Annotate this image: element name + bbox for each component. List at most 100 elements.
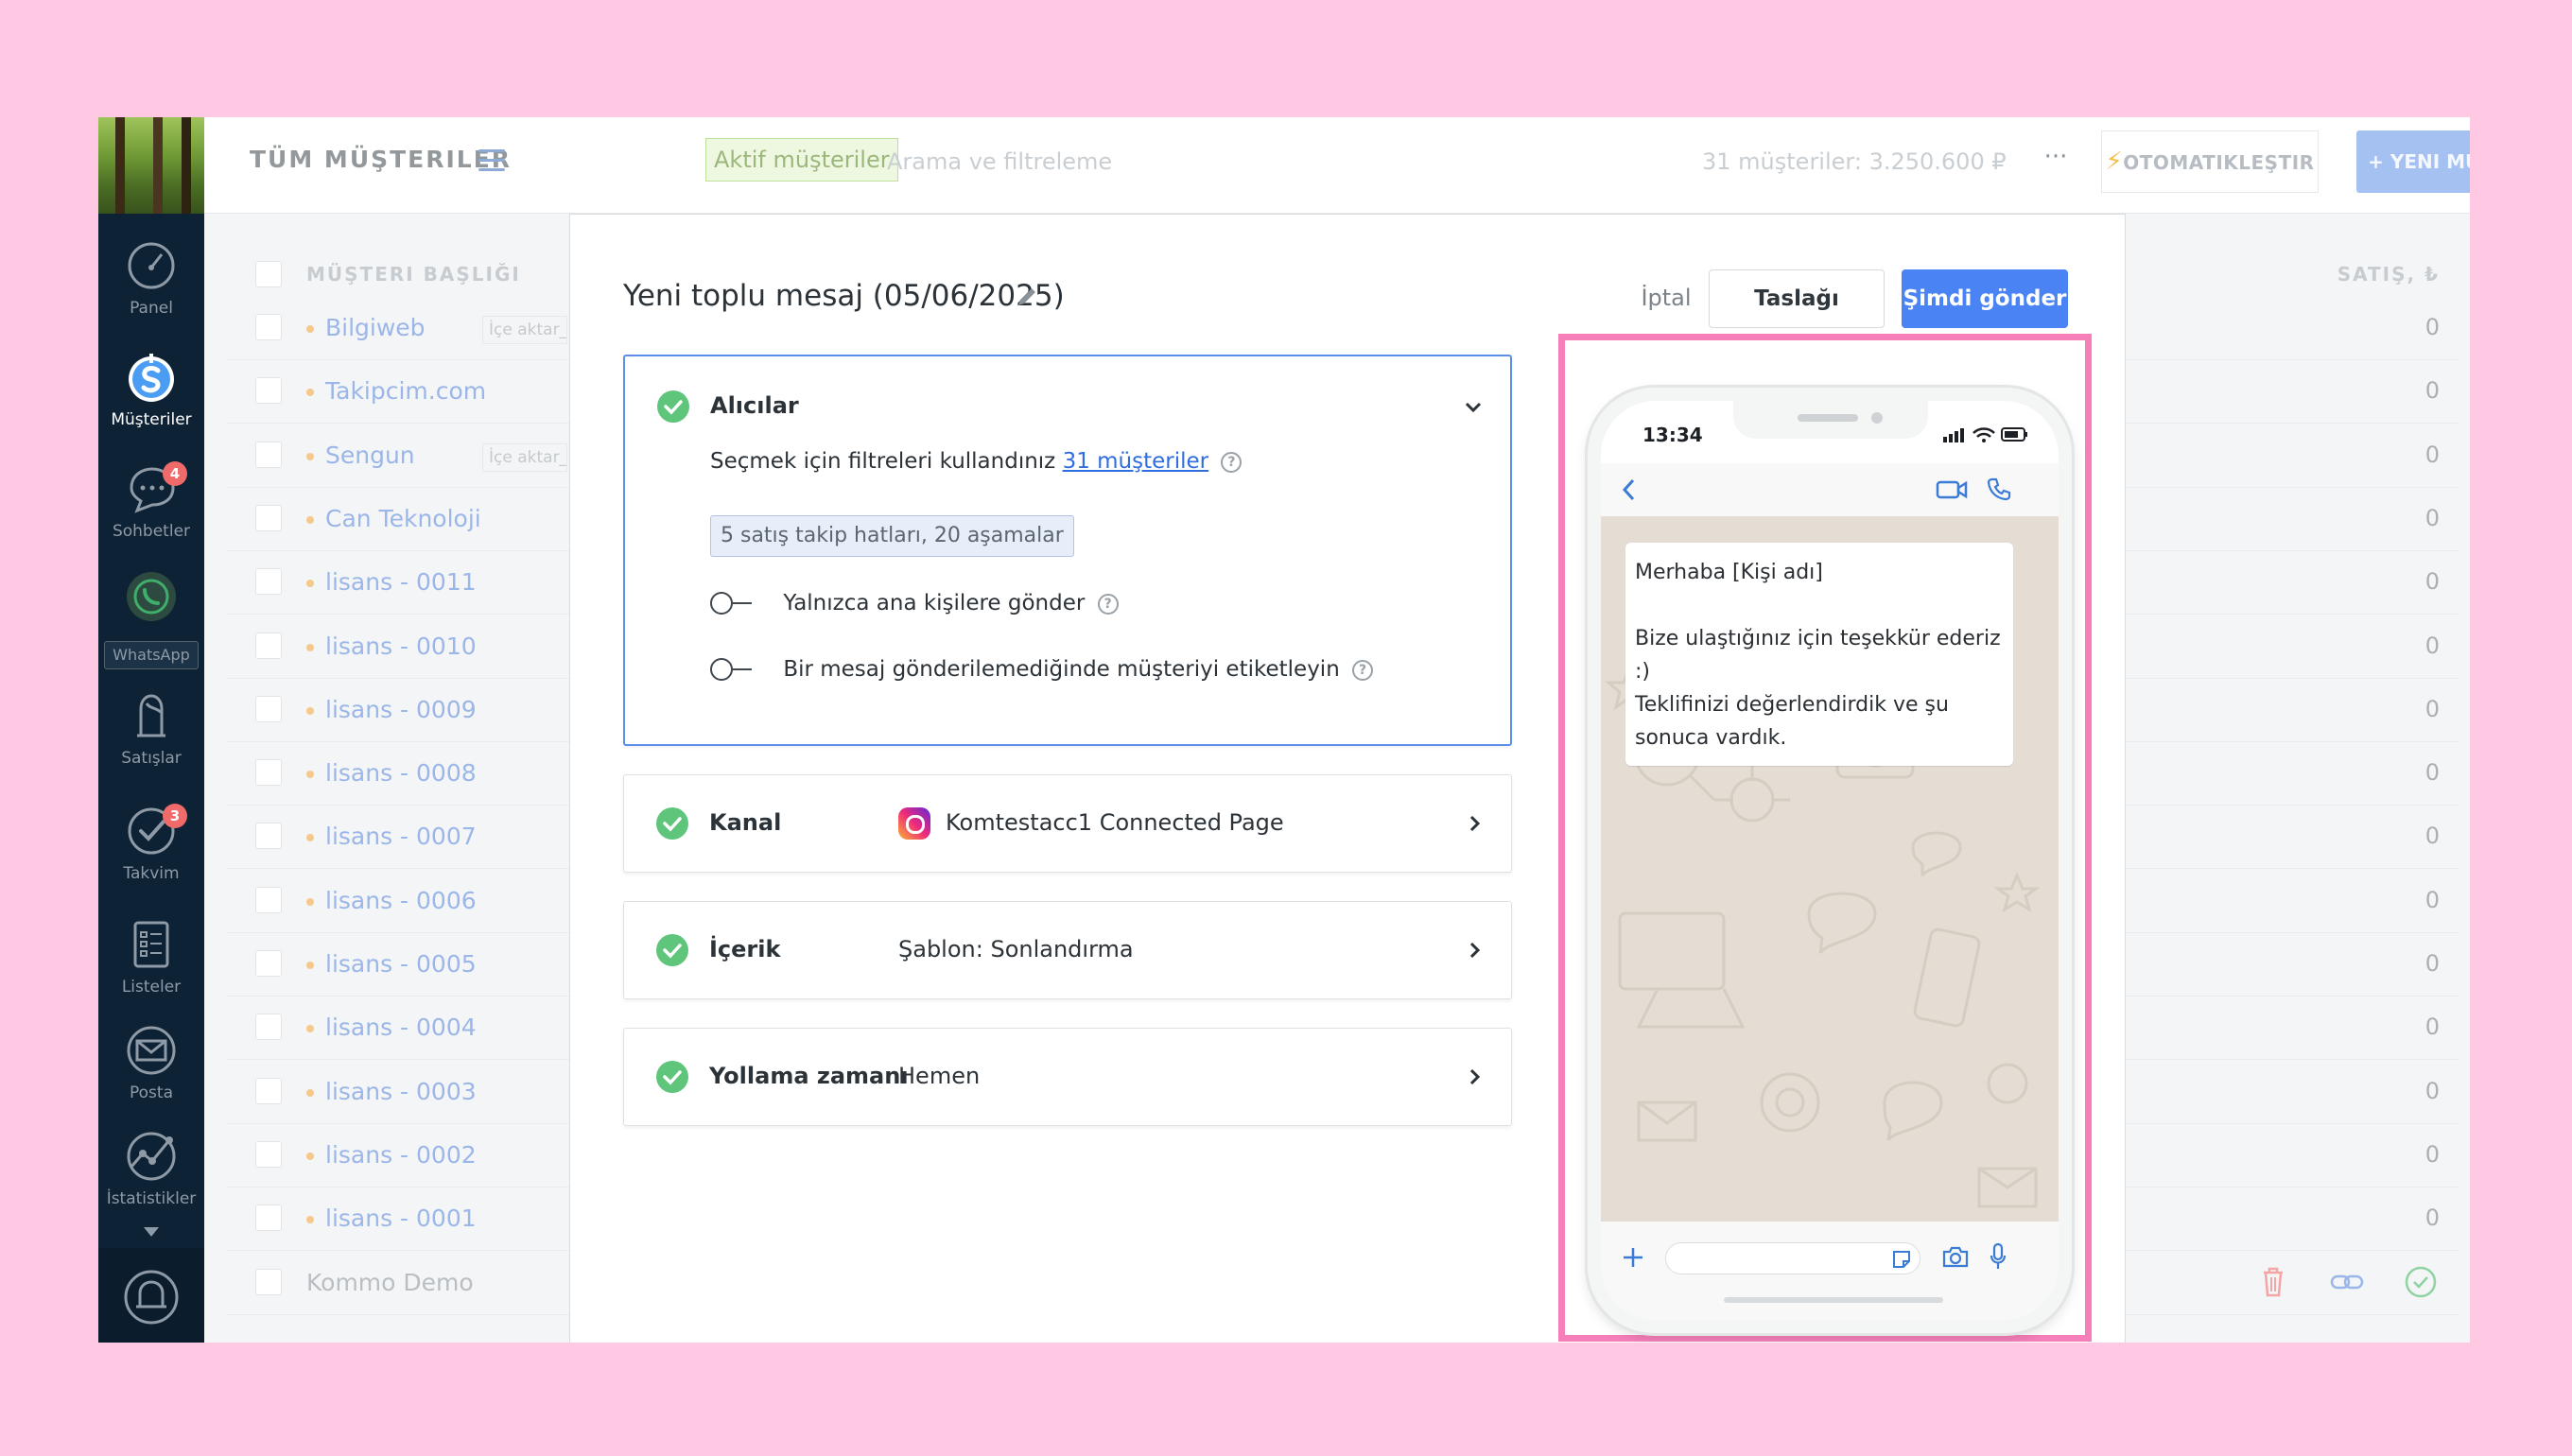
sidebar-item-sales[interactable]: Satışlar	[98, 688, 204, 768]
row-checkbox[interactable]	[255, 504, 282, 531]
row-checkbox[interactable]	[255, 568, 282, 596]
video-call-icon[interactable]	[1936, 478, 1968, 501]
customer-name[interactable]: lisans - 0011	[325, 568, 477, 596]
status-dot	[306, 643, 314, 651]
help-icon[interactable]: ?	[1352, 660, 1374, 681]
row-checkbox[interactable]	[255, 1268, 282, 1295]
check-circle-icon[interactable]	[2402, 1263, 2440, 1301]
row-checkbox[interactable]	[255, 1140, 282, 1168]
tag-failed-toggle[interactable]	[710, 658, 754, 681]
sidebar-item-stats[interactable]: İstatistikler	[98, 1129, 204, 1208]
caret-down-icon[interactable]	[144, 1227, 159, 1237]
trash-icon[interactable]	[2254, 1263, 2292, 1301]
customer-name[interactable]: Sengun	[325, 442, 415, 469]
tasks-count-badge: 3	[163, 804, 187, 828]
row-checkbox[interactable]	[255, 1077, 282, 1104]
sidebar-item-customers[interactable]: Müşteriler	[98, 350, 204, 429]
gauge-icon	[128, 242, 175, 289]
camera-icon[interactable]	[1941, 1244, 1970, 1269]
select-all-checkbox[interactable]	[255, 261, 282, 287]
sidebar-item-calendar[interactable]: Takvim 3	[98, 804, 204, 883]
sidebar-item-panel[interactable]: Panel	[98, 238, 204, 318]
customer-name[interactable]: lisans - 0010	[325, 633, 477, 660]
search-input[interactable]: Arama ve filtreleme	[887, 148, 1112, 175]
row-checkbox[interactable]	[255, 886, 282, 913]
customer-name[interactable]: lisans - 0005	[325, 950, 477, 978]
microphone-icon[interactable]	[1989, 1242, 2007, 1271]
row-checkbox[interactable]	[255, 632, 282, 659]
message-input[interactable]	[1665, 1242, 1920, 1274]
main-contacts-toggle[interactable]	[710, 592, 754, 615]
customer-name[interactable]: Kommo Demo	[306, 1269, 474, 1296]
send-now-button[interactable]: Şimdi gönder	[1902, 269, 2068, 328]
mail-icon	[127, 1026, 176, 1075]
row-checkbox[interactable]	[255, 314, 282, 340]
channel-section[interactable]: Kanal Komtestacc1 Connected Page	[623, 774, 1512, 873]
column-title-header: MÜŞTERI BAŞLIĞI	[306, 263, 521, 286]
chat-header	[1601, 463, 2059, 516]
sidebar-item-whatsapp[interactable]	[98, 569, 204, 624]
customer-name[interactable]: Takipcim.com	[325, 377, 486, 405]
whatsapp-label[interactable]: WhatsApp	[104, 641, 199, 669]
menu-icon[interactable]	[478, 149, 505, 172]
row-checkbox[interactable]	[255, 441, 282, 468]
customer-name[interactable]: lisans - 0002	[325, 1141, 477, 1169]
back-arrow-icon[interactable]	[1622, 478, 1637, 501]
help-icon[interactable]: ?	[1221, 452, 1243, 473]
sidebar-item-label: Panel	[130, 299, 173, 318]
customer-name[interactable]: lisans - 0001	[325, 1205, 477, 1232]
sidebar-item-chats[interactable]: Sohbetler 4	[98, 461, 204, 541]
sidebar-item-mail[interactable]: Posta	[98, 1023, 204, 1102]
customer-name[interactable]: lisans - 0006	[325, 887, 477, 914]
chat-background: Merhaba [Kişi adı] Bize ulaştığınız için…	[1601, 516, 2059, 1222]
user-avatar[interactable]	[98, 117, 204, 214]
recipients-section[interactable]: Alıcılar Seçmek için filtreleri kullandı…	[623, 355, 1512, 746]
schedule-section[interactable]: Yollama zamanı Hemen	[623, 1028, 1512, 1126]
row-checkbox[interactable]	[255, 950, 282, 977]
phone-screen: 13:34 Merhaba [Kişi adı] Bize ulaştığını…	[1601, 401, 2059, 1320]
recipients-count-link[interactable]: 31 müşteriler	[1063, 449, 1209, 474]
active-filter-tag[interactable]: Aktif müşteriler	[705, 138, 898, 182]
plus-icon[interactable]	[1622, 1246, 1644, 1269]
sticker-icon[interactable]	[1891, 1249, 1912, 1270]
chevron-right-icon[interactable]	[1464, 940, 1485, 961]
automate-button[interactable]: ⚡OTOMATIKLEŞTIR	[2101, 130, 2319, 193]
customer-name[interactable]: Can Teknoloji	[325, 505, 481, 532]
cancel-button[interactable]: İptal	[1624, 269, 1709, 326]
customer-name[interactable]: Bilgiweb	[325, 314, 426, 341]
sales-value: 0	[2424, 377, 2440, 405]
main-contacts-toggle-row: Yalnızca ana kişilere gönder ?	[710, 591, 1119, 615]
help-icon[interactable]: ?	[1097, 594, 1119, 615]
chevron-right-icon[interactable]	[1464, 813, 1485, 834]
phone-notch	[1733, 401, 1928, 439]
message-line	[1635, 589, 2004, 622]
whatsapp-icon	[127, 572, 176, 621]
pencil-icon[interactable]	[1015, 285, 1039, 309]
customer-name[interactable]: lisans - 0007	[325, 823, 477, 850]
customer-name[interactable]: lisans - 0009	[325, 696, 477, 723]
more-options-button[interactable]: ···	[2037, 136, 2075, 183]
row-checkbox[interactable]	[255, 1014, 282, 1041]
phone-call-icon[interactable]	[1987, 477, 2011, 501]
chevron-down-icon[interactable]	[1463, 396, 1484, 417]
notifications-area[interactable]	[98, 1248, 204, 1343]
save-draft-button[interactable]: Taslağı kaydet	[1709, 269, 1885, 368]
customer-name[interactable]: lisans - 0008	[325, 759, 477, 787]
row-checkbox[interactable]	[255, 759, 282, 787]
row-checkbox[interactable]	[255, 1205, 282, 1232]
sales-value: 0	[2424, 314, 2440, 340]
content-section[interactable]: İçerik Şablon: Sonlandırma	[623, 901, 1512, 999]
sales-value: 0	[2424, 759, 2440, 787]
row-checkbox[interactable]	[255, 823, 282, 850]
status-dot	[306, 897, 314, 906]
check-circle-icon	[656, 807, 688, 840]
pipeline-chip[interactable]: 5 satış takip hatları, 20 aşamalar	[710, 515, 1074, 557]
customer-name[interactable]: lisans - 0004	[325, 1014, 477, 1041]
row-checkbox[interactable]	[255, 695, 282, 722]
row-checkbox[interactable]	[255, 377, 282, 405]
chevron-right-icon[interactable]	[1464, 1066, 1485, 1087]
new-customer-button[interactable]: + YENI MÜŞTERI	[2356, 130, 2470, 193]
link-icon[interactable]	[2328, 1263, 2366, 1301]
sidebar-item-lists[interactable]: Listeler	[98, 917, 204, 997]
customer-name[interactable]: lisans - 0003	[325, 1078, 477, 1105]
